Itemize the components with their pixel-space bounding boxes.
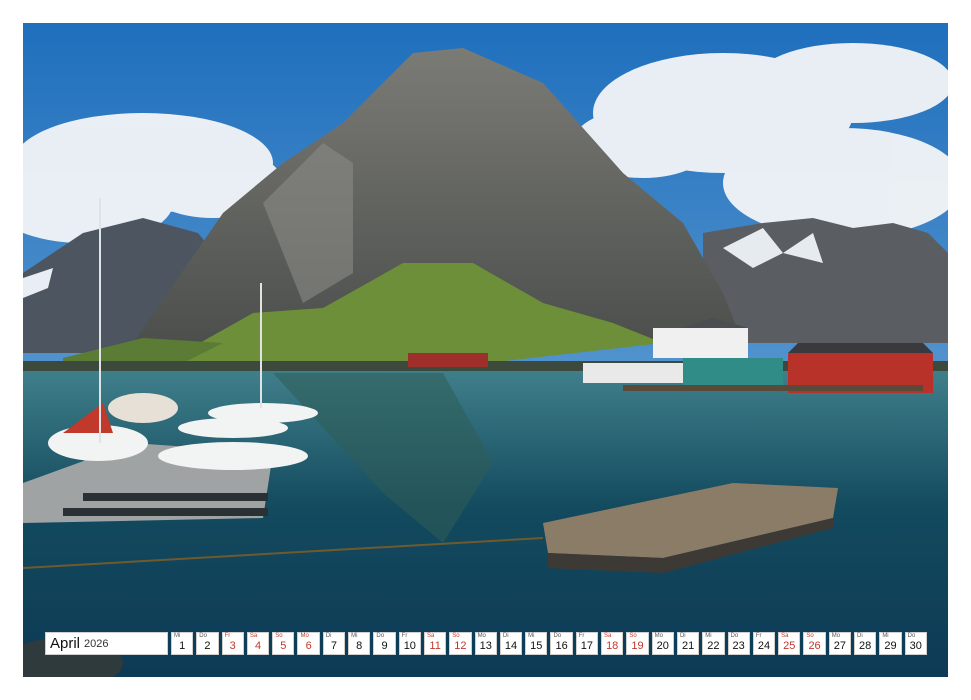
day-cell: Di 14	[499, 632, 523, 655]
weekday-label: Di	[502, 633, 509, 639]
day-number: 5	[280, 640, 287, 652]
day-cell: Fr 3	[221, 632, 244, 655]
day-cell: Fr 17	[575, 632, 599, 655]
day-number: 25	[783, 640, 796, 652]
day-cell: Do 9	[373, 632, 396, 655]
weekday-label: So	[629, 633, 637, 639]
day-cell: Fr 24	[752, 632, 776, 655]
landscape-photo	[23, 23, 948, 677]
weekday-label: Do	[199, 633, 207, 639]
day-cell: Di 7	[322, 632, 346, 655]
day-number: 18	[606, 640, 619, 652]
weekday-label: So	[275, 633, 283, 639]
weekday-label: Di	[325, 633, 332, 639]
day-cell: Mi 1	[171, 632, 194, 655]
day-number: 13	[479, 640, 492, 652]
day-number: 11	[429, 640, 441, 652]
day-number: 28	[859, 640, 872, 652]
day-number: 4	[254, 640, 262, 652]
day-number: 7	[330, 640, 337, 652]
day-cell: Mo 27	[828, 632, 852, 655]
day-number: 16	[555, 640, 568, 652]
weekday-label: Mo	[654, 633, 663, 639]
day-number: 10	[403, 640, 416, 652]
month-label-box: April 2026	[45, 632, 168, 655]
weekday-label: Fr	[401, 633, 408, 639]
day-cell: Do 16	[550, 632, 573, 655]
day-number: 24	[757, 640, 771, 652]
calendar-strip: April 2026 Mi 1 Do 2 Fr 3 Sa 4 So 5 Mo 6 Di 7 Mi 8 Do 9 Fr…	[45, 632, 927, 655]
day-cell: Mi 22	[702, 632, 725, 655]
day-number: 1	[179, 640, 186, 652]
day-cell: Di 28	[854, 632, 877, 655]
day-cell: So 12	[449, 632, 472, 655]
weekday-label: Do	[907, 633, 916, 639]
day-number: 2	[204, 640, 211, 652]
day-cell: So 5	[272, 632, 295, 655]
day-cell: Do 30	[904, 632, 927, 655]
day-number: 26	[808, 640, 821, 652]
day-cell: Mo 6	[297, 632, 320, 655]
day-number: 20	[656, 640, 669, 652]
day-number: 15	[530, 640, 543, 652]
weekday-label: Do	[730, 633, 739, 639]
weekday-label: Fr	[755, 633, 762, 639]
day-cell: So 26	[803, 632, 826, 655]
day-number: 22	[707, 640, 720, 652]
day-cell: Do 2	[196, 632, 219, 655]
weekday-label: Sa	[781, 633, 789, 639]
weekday-label: So	[806, 633, 814, 639]
day-cell: Sa 18	[601, 632, 624, 655]
weekday-label: Mi	[174, 633, 181, 639]
weekday-label: Fr	[578, 633, 585, 639]
weekday-label: Mi	[705, 633, 712, 639]
weekday-label: Fr	[224, 633, 231, 639]
day-cell: Di 21	[676, 632, 700, 655]
weekday-label: Mi	[882, 633, 889, 639]
day-cell: Fr 10	[398, 632, 421, 655]
day-cell: So 19	[626, 632, 649, 655]
weekday-label: Sa	[604, 633, 612, 639]
day-number: 23	[732, 640, 745, 652]
day-cell: Sa 11	[423, 632, 447, 655]
weekday-label: Mi	[528, 633, 535, 639]
day-number: 17	[580, 640, 594, 652]
day-number: 3	[229, 640, 236, 652]
day-cell: Sa 4	[246, 632, 270, 655]
weekday-label: Di	[857, 633, 863, 639]
day-number: 8	[356, 640, 363, 652]
weekday-label: Mo	[477, 633, 486, 639]
day-number: 9	[381, 640, 388, 652]
year-label: 2026	[84, 637, 109, 650]
day-number: 6	[305, 640, 312, 652]
day-cell: Mi 8	[348, 632, 371, 655]
weekday-label: Sa	[249, 633, 258, 639]
weekday-label: Mo	[831, 633, 841, 639]
weekday-label: Mo	[300, 633, 309, 639]
day-cell: Mi 15	[525, 632, 548, 655]
day-number: 14	[504, 640, 518, 652]
day-cell: Sa 25	[778, 632, 801, 655]
weekday-label: Do	[553, 633, 562, 639]
day-cells: Mi 1 Do 2 Fr 3 Sa 4 So 5 Mo 6 Di 7 Mi 8 Do 9 Fr 10 Sa 11 So 12 M…	[171, 632, 927, 655]
month-name: April	[50, 635, 81, 652]
day-number: 12	[454, 640, 467, 652]
day-number: 29	[884, 640, 897, 652]
weekday-label: Sa	[426, 633, 435, 639]
day-number: 30	[909, 640, 922, 652]
day-number: 19	[631, 640, 644, 652]
weekday-label: So	[452, 633, 460, 639]
day-number: 21	[681, 640, 695, 652]
day-cell: Mi 29	[879, 632, 902, 655]
weekday-label: Mi	[351, 633, 358, 639]
day-cell: Do 23	[727, 632, 750, 655]
day-cell: Mo 20	[651, 632, 674, 655]
weekday-label: Di	[679, 633, 686, 639]
day-cell: Mo 13	[474, 632, 497, 655]
day-number: 27	[833, 640, 846, 652]
weekday-label: Do	[376, 633, 385, 639]
